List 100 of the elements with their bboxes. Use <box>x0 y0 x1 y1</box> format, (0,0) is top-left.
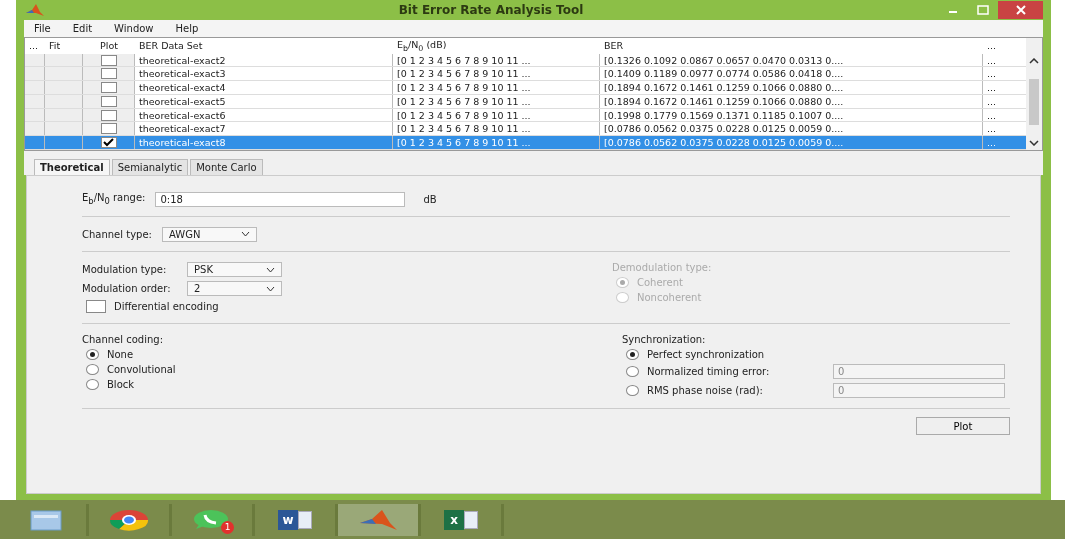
table-cell: [0.1998 0.1779 0.1569 0.1371 0.1185 0.1007 0.... <box>600 108 983 122</box>
table-cell: theoretical-exact2 <box>135 53 393 67</box>
table-cell <box>25 81 45 94</box>
scroll-up-icon[interactable] <box>1029 58 1039 64</box>
menu-item[interactable]: Window <box>114 23 154 34</box>
checkbox[interactable] <box>100 109 117 121</box>
menu-item[interactable]: Edit <box>72 23 93 34</box>
input-field[interactable]: 0:18 <box>155 191 406 207</box>
radio-button[interactable] <box>86 379 99 390</box>
radio-button[interactable] <box>86 349 99 360</box>
checkbox[interactable] <box>86 300 106 313</box>
field-label: E$_{b}$/N$_{0}$ range: <box>82 192 146 206</box>
table-cell <box>45 53 83 67</box>
checkbox[interactable] <box>100 82 117 94</box>
table-row[interactable]: theoretical-exact2 [0 1 2 3 4 5 6 7 8 9 10 11 ... [0.1326 0.1092 0.0867 0.0657 0.0470 0.0313 0.... ... <box>25 53 1026 68</box>
column-header[interactable]: E$_{b}$/N$_{0}$ (dB) <box>393 38 600 54</box>
table-cell <box>45 67 83 81</box>
checkbox[interactable] <box>100 137 117 149</box>
table-cell: [0.0786 0.0562 0.0375 0.0228 0.0125 0.0059 0.... <box>600 122 983 136</box>
column-header[interactable]: Fit <box>45 38 83 54</box>
radio-label: Normalized timing error: <box>647 366 771 377</box>
group-label: Demodulation type: <box>612 262 712 273</box>
tab[interactable]: Monte Carlo <box>190 159 263 175</box>
table-cell: theoretical-exact7 <box>135 122 393 136</box>
table-cell-text: ... <box>986 136 998 149</box>
caret-icon <box>266 285 275 292</box>
taskbar-button[interactable]: 1 <box>172 503 255 536</box>
field-label: Channel type: <box>82 228 152 240</box>
scrollbar[interactable] <box>1026 38 1042 150</box>
radio-button[interactable] <box>626 385 639 396</box>
table-cell: [0.1894 0.1672 0.1461 0.1259 0.1066 0.0880 0.... <box>600 81 983 94</box>
table-cell: [0.0786 0.0562 0.0375 0.0228 0.0125 0.0059 0.... <box>600 136 983 149</box>
table-cell <box>25 122 45 136</box>
table-cell: [0.1894 0.1672 0.1461 0.1259 0.1066 0.0880 0.... <box>600 94 983 108</box>
radio-label: Coherent <box>637 277 683 288</box>
column-header[interactable]: BER <box>600 38 983 54</box>
unit-label: dB <box>423 193 437 205</box>
table-cell: [0 1 2 3 4 5 6 7 8 9 10 11 ... <box>393 94 600 108</box>
radio-label: None <box>107 349 134 360</box>
table-cell <box>25 53 45 67</box>
caret-icon <box>266 266 275 273</box>
table-cell <box>45 122 83 136</box>
table-cell <box>45 81 83 94</box>
radio-label: Convolutional <box>107 364 176 375</box>
plot-button[interactable]: Plot <box>916 417 1010 435</box>
radio-button[interactable] <box>626 366 639 377</box>
close-button[interactable] <box>998 1 1043 19</box>
table-row[interactable]: theoretical-exact5 [0 1 2 3 4 5 6 7 8 9 10 11 ... [0.1894 0.1672 0.1461 0.1259 0.1066 0.0880 0.... ... <box>25 94 1026 109</box>
column-header[interactable]: ... <box>983 38 1026 54</box>
table-cell-text: ... <box>986 67 998 81</box>
window-title: Bit Error Rate Analysis Tool <box>397 3 585 17</box>
column-header[interactable]: Plot <box>83 38 135 54</box>
table-cell: theoretical-exact8 <box>135 136 393 149</box>
taskbar-button[interactable] <box>338 503 421 536</box>
table-cell-text: ... <box>986 81 998 94</box>
column-header[interactable]: ... <box>25 38 45 54</box>
table-row[interactable]: theoretical-exact6 [0 1 2 3 4 5 6 7 8 9 10 11 ... [0.1998 0.1779 0.1569 0.1371 0.1185 0.1007 0.... ... <box>25 108 1026 123</box>
checkbox[interactable] <box>100 95 117 107</box>
table-cell: [0 1 2 3 4 5 6 7 8 9 10 11 ... <box>393 136 600 149</box>
table-cell <box>25 67 45 81</box>
tab[interactable]: Semianalytic <box>111 159 189 175</box>
table-row[interactable]: theoretical-exact3 [0 1 2 3 4 5 6 7 8 9 10 11 ... [0.1409 0.1189 0.0977 0.0774 0.0586 0.0418 0.... ... <box>25 67 1026 82</box>
table-cell-text: ... <box>986 53 998 67</box>
dropdown[interactable]: 2 <box>187 281 282 296</box>
table-cell-text: ... <box>986 122 998 136</box>
table-cell: [0 1 2 3 4 5 6 7 8 9 10 11 ... <box>393 122 600 136</box>
field-label: Modulation type: <box>82 264 168 275</box>
table-cell: [0.1409 0.1189 0.0977 0.0774 0.0586 0.0418 0.... <box>600 67 983 81</box>
checkbox[interactable] <box>100 68 117 80</box>
maximize-icon <box>977 5 989 15</box>
table-cell: theoretical-exact3 <box>135 67 393 81</box>
radio-button[interactable] <box>86 364 99 375</box>
menu-item[interactable]: Help <box>175 23 199 34</box>
radio-label: Perfect synchronization <box>647 349 766 360</box>
taskbar-button[interactable]: x <box>421 503 504 536</box>
caret-icon <box>240 231 250 237</box>
radio-label: RMS phase noise (rad): <box>647 385 764 396</box>
table-cell-text: ... <box>986 94 998 108</box>
peak-icon <box>26 4 44 16</box>
table-row[interactable]: theoretical-exact4 [0 1 2 3 4 5 6 7 8 9 10 11 ... [0.1894 0.1672 0.1461 0.1259 0.1066 0.0880 0.... ... <box>25 81 1026 95</box>
menu-item[interactable]: File <box>34 23 51 34</box>
radio-label: Block <box>107 379 135 390</box>
dropdown[interactable]: PSK <box>187 262 282 277</box>
table-cell: [0 1 2 3 4 5 6 7 8 9 10 11 ... <box>393 67 600 81</box>
scrollbar-thumb[interactable] <box>1029 79 1039 125</box>
table-cell: [0 1 2 3 4 5 6 7 8 9 10 11 ... <box>393 81 600 94</box>
checkbox[interactable] <box>100 123 117 135</box>
radio-button[interactable] <box>626 349 639 360</box>
table-cell: theoretical-exact5 <box>135 94 393 108</box>
group-label: Synchronization: <box>622 334 707 345</box>
column-header[interactable]: BER Data Set <box>135 38 393 54</box>
radio-label: Noncoherent <box>637 292 702 303</box>
dropdown[interactable]: AWGN <box>161 226 257 242</box>
table-cell: [0.1326 0.1092 0.0867 0.0657 0.0470 0.0313 0.... <box>600 53 983 67</box>
checkbox[interactable] <box>100 54 117 66</box>
scroll-down-icon[interactable] <box>1029 140 1039 146</box>
table-cell: [0 1 2 3 4 5 6 7 8 9 10 11 ... <box>393 108 600 122</box>
checkbox-label: Differential encoding <box>114 301 219 312</box>
table-cell: theoretical-exact6 <box>135 108 393 122</box>
tab[interactable]: Theoretical <box>34 159 110 175</box>
